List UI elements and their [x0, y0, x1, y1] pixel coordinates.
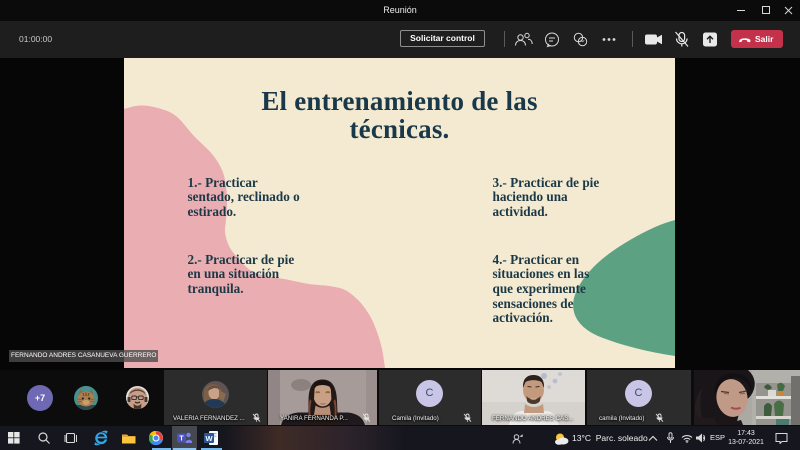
- svg-text:T: T: [179, 436, 184, 443]
- svg-text:W: W: [205, 434, 213, 443]
